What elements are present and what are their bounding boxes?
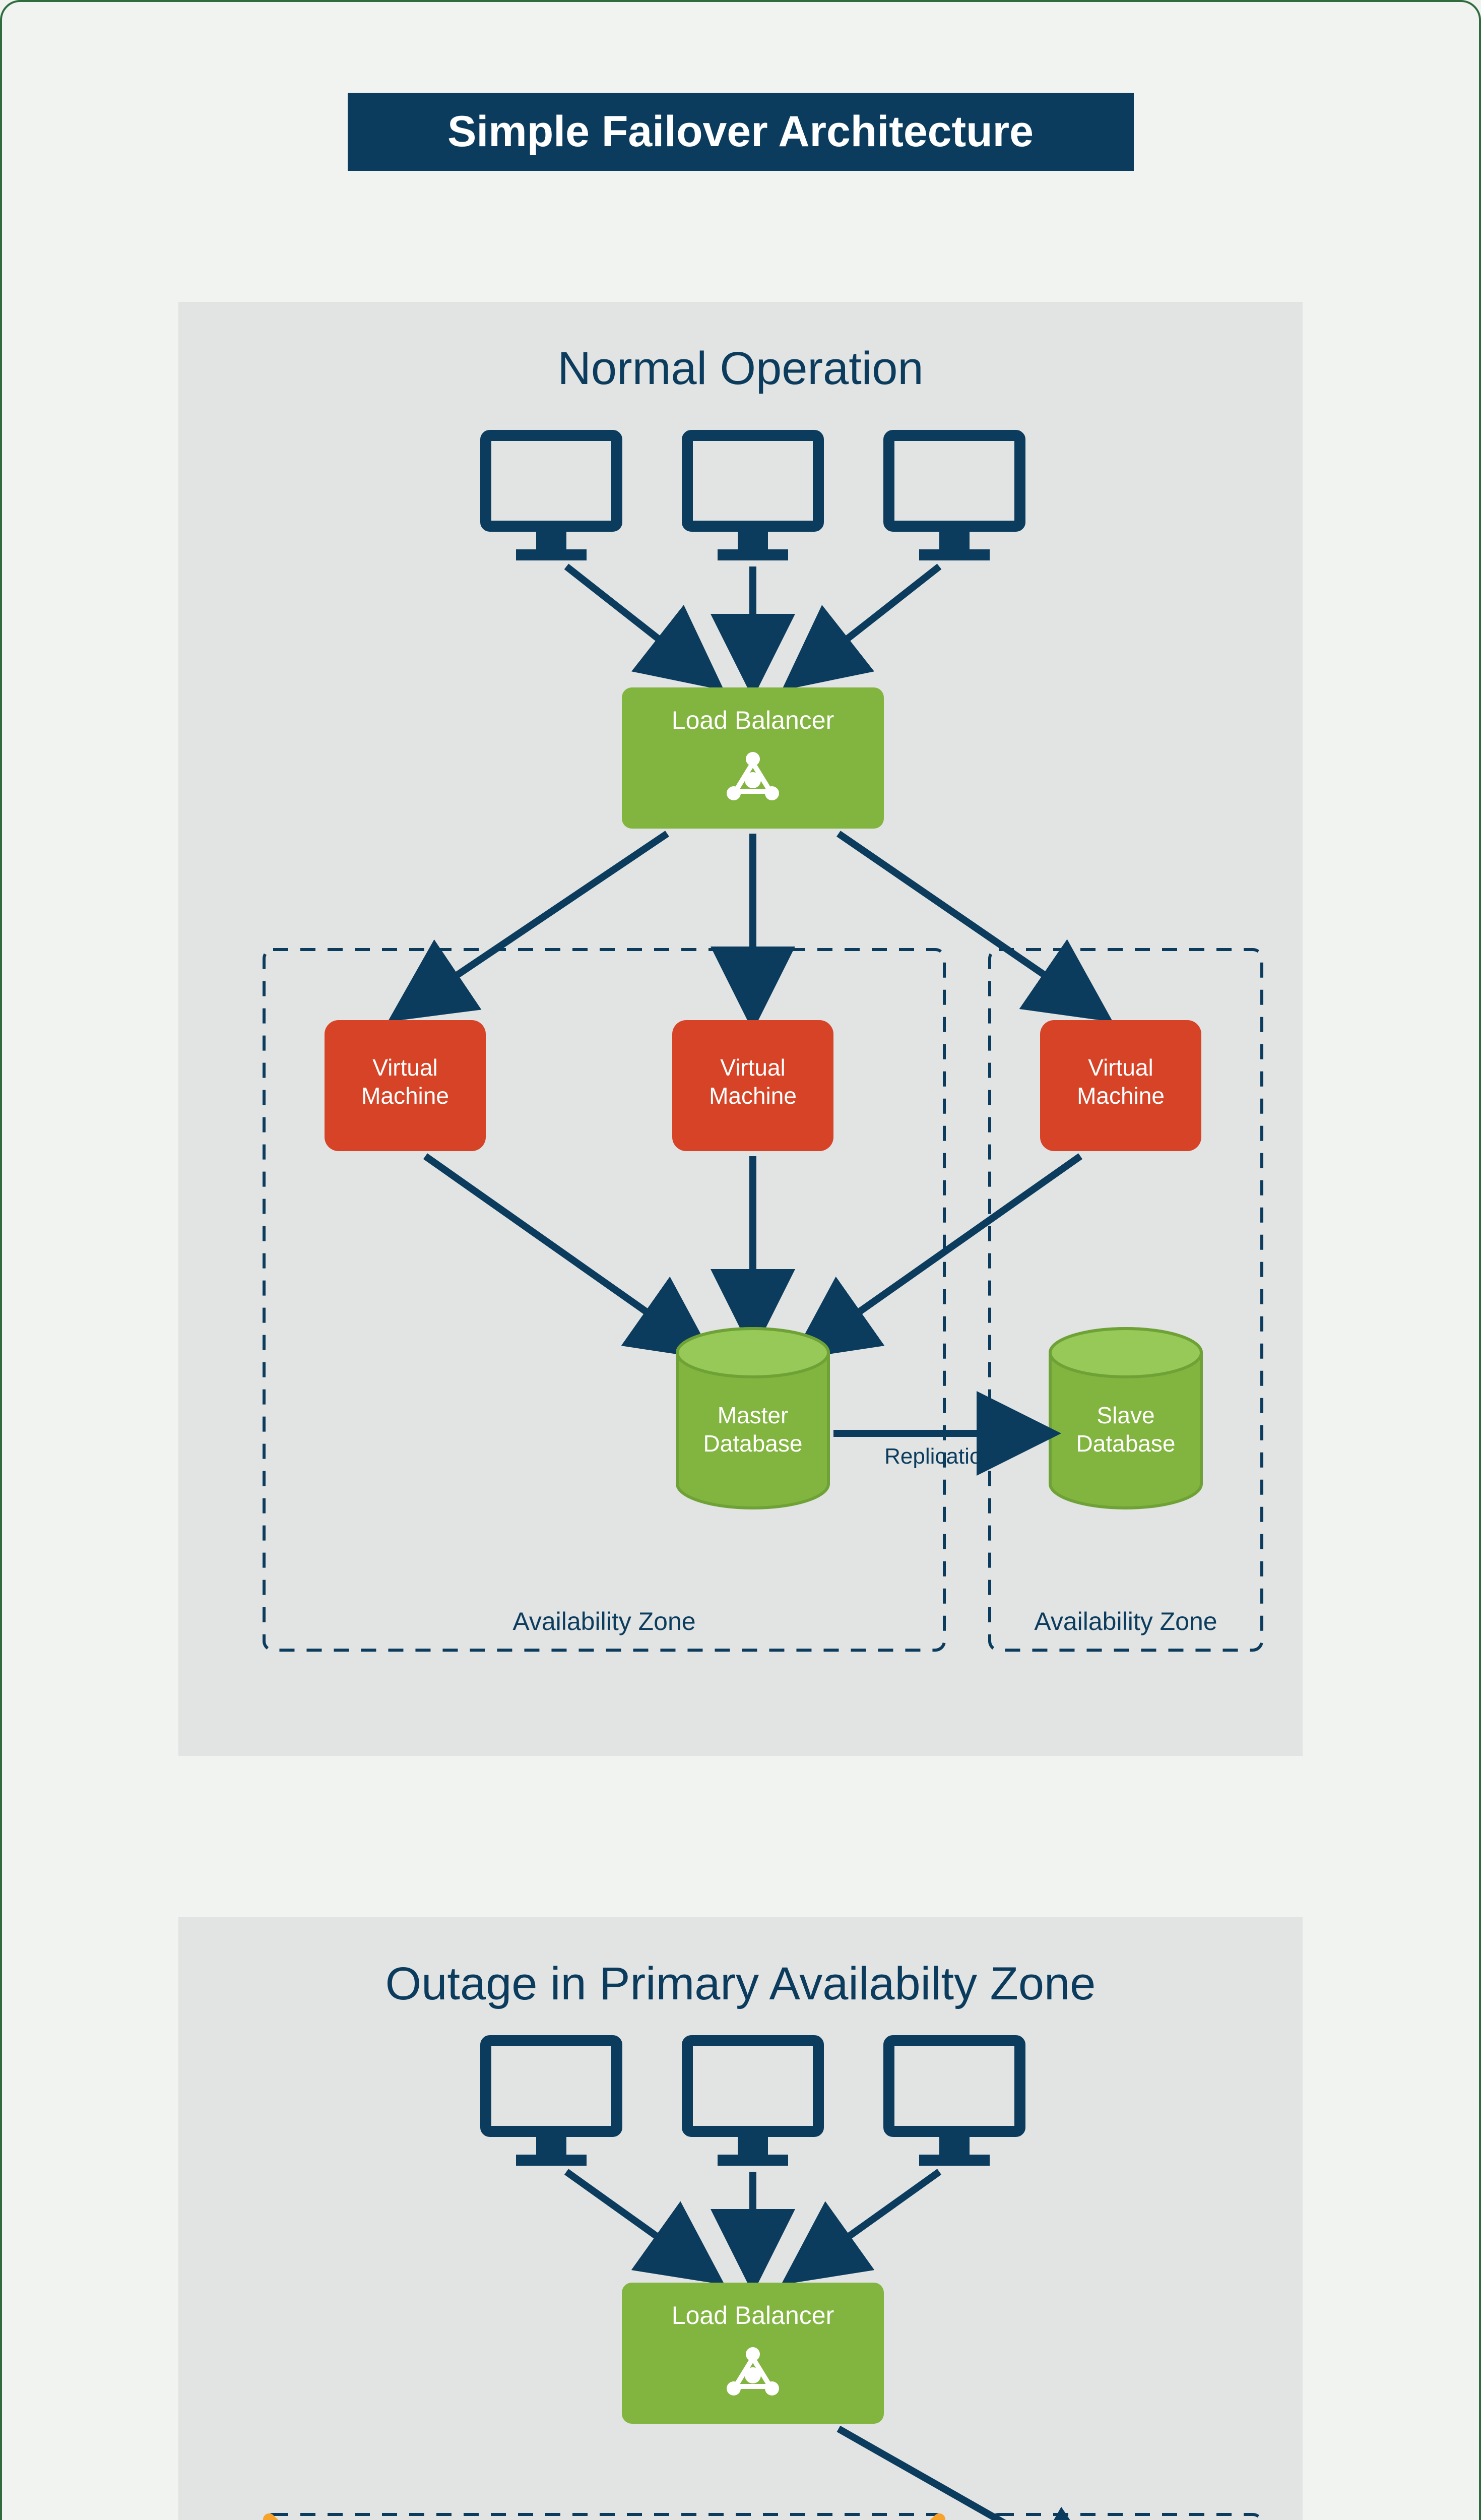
svg-text:Database: Database: [703, 1430, 803, 1457]
panel-title-normal: Normal Operation: [224, 342, 1257, 395]
panel-title-outage: Outage in Primary Availabilty Zone: [224, 1958, 1257, 2010]
svg-text:Database: Database: [1076, 1430, 1176, 1457]
az-label-left: Availability Zone: [512, 1607, 695, 1635]
arrow: [425, 1156, 697, 1348]
svg-text:Machine: Machine: [1077, 1083, 1165, 1109]
load-balancer: Load Balancer: [622, 2283, 884, 2424]
svg-text:Slave: Slave: [1097, 1402, 1154, 1428]
panel-outage: Outage in Primary Availabilty Zone: [178, 1917, 1303, 2520]
panel-normal-operation: Normal Operation: [178, 302, 1303, 1756]
monitor-icon: [889, 435, 1020, 560]
az-label-right: Availability Zone: [1034, 1607, 1217, 1635]
page-title: Simple Failover Architecture: [348, 93, 1134, 171]
monitor-icon: [486, 435, 617, 560]
diagram-outage: Load Balancer Virtual Machine: [224, 2031, 1282, 2520]
monitor-icon: [687, 435, 818, 560]
monitor-icon: [889, 2041, 1020, 2166]
svg-text:Virtual: Virtual: [372, 1054, 438, 1081]
svg-text:Machine: Machine: [709, 1083, 797, 1109]
virtual-machine: Virtual Machine: [325, 1020, 486, 1151]
svg-text:Machine: Machine: [361, 1083, 449, 1109]
svg-text:Virtual: Virtual: [720, 1054, 786, 1081]
arrow: [405, 834, 667, 1010]
monitor-icon: [486, 2041, 617, 2166]
arrow: [839, 2429, 1096, 2520]
arrow: [566, 2172, 707, 2273]
availability-zone-right: [990, 2514, 1262, 2520]
availability-zone-left-failed: [264, 2514, 944, 2520]
page-frame: Simple Failover Architecture Normal Oper…: [0, 0, 1481, 2520]
load-balancer-label: Load Balancer: [672, 2301, 834, 2329]
replication-label: Replication: [884, 1444, 994, 1469]
svg-text:Master: Master: [718, 1402, 789, 1428]
arrow: [798, 2172, 939, 2273]
arrow: [798, 566, 939, 677]
load-balancer-label: Load Balancer: [672, 706, 834, 734]
slave-database: Slave Database: [1050, 1329, 1201, 1508]
arrow: [566, 566, 707, 677]
virtual-machine: Virtual Machine: [672, 1020, 833, 1151]
monitor-icon: [687, 2041, 818, 2166]
svg-text:Virtual: Virtual: [1088, 1054, 1153, 1081]
load-balancer: Load Balancer: [622, 687, 884, 829]
arrow: [839, 834, 1096, 1010]
master-database: Master Database: [677, 1329, 828, 1508]
diagram-normal: Load Balancer Virtual Machine: [224, 415, 1282, 1706]
virtual-machine: Virtual Machine: [1040, 1020, 1201, 1151]
